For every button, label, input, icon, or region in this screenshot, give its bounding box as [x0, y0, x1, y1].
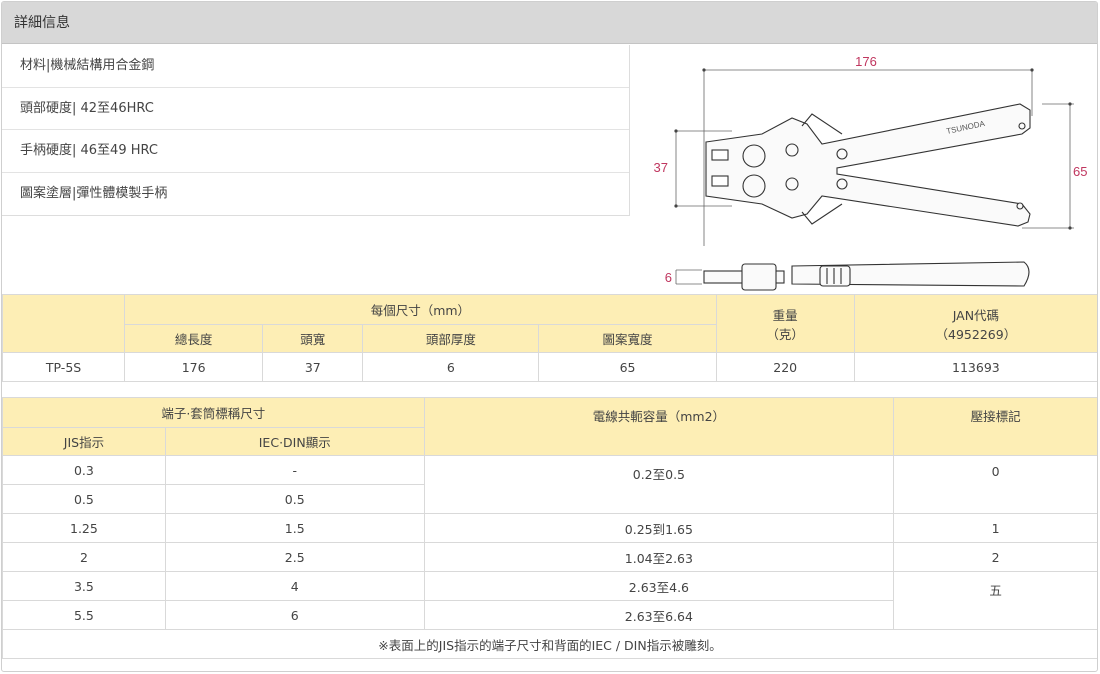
cell-wire: 2.63至6.64 [423, 600, 895, 630]
cell-jis: 2 [2, 542, 166, 572]
cell-mark: 0 [893, 455, 1097, 514]
dim-head-width: 37 [654, 160, 668, 175]
cell-head-thickness: 6 [362, 352, 540, 382]
cell-wire: 0.25到1.65 [423, 513, 895, 543]
terminal-group-header: 端子·套筒標稱尺寸 [2, 397, 425, 428]
table-row: 2 2.5 1.04至2.63 2 [2, 542, 1097, 572]
model-header-cell [2, 294, 126, 353]
dim-thickness: 6 [665, 270, 672, 285]
cell-pattern-width: 65 [538, 352, 717, 382]
crimper-side-view [703, 261, 1030, 291]
col-length: 總長度 [124, 324, 264, 353]
weight-unit: （克） [766, 326, 804, 342]
col-head-thickness: 頭部厚度 [362, 324, 540, 353]
cell-head-width: 37 [262, 352, 364, 382]
cell-mark: 2 [893, 542, 1097, 572]
table-note-row: ※表面上的JIS指示的端子尺寸和背面的IEC / DIN指示被雕刻。 [2, 629, 1097, 659]
cell-jis: 0.3 [2, 455, 166, 485]
cell-iec: 1.5 [164, 513, 425, 543]
spec-head-hardness: 頭部硬度| 42至46HRC [2, 88, 629, 130]
jan-header: JAN代碼 （4952269） [853, 294, 1097, 353]
cell-jis: 3.5 [2, 571, 166, 601]
col-head-width: 頭寬 [262, 324, 364, 353]
cell-iec: 6 [164, 600, 425, 630]
cell-length: 176 [124, 352, 264, 382]
spec-handle-hardness: 手柄硬度| 46至49 HRC [2, 130, 629, 173]
col-jis: JIS指示 [2, 427, 166, 456]
table-row: 0.3 - 0.2至0.5 0 [2, 455, 1097, 514]
engraving-note: ※表面上的JIS指示的端子尺寸和背面的IEC / DIN指示被雕刻。 [2, 629, 1097, 659]
cell-iec: - [164, 455, 425, 485]
cell-jis: 5.5 [2, 600, 166, 630]
wire-capacity-header: 電線共軛容量（mm2） [423, 397, 895, 456]
dim-handle-width: 65 [1073, 164, 1087, 179]
weight-label: 重量 [772, 307, 798, 323]
cell-model: TP-5S [2, 352, 126, 382]
crimp-mark-header: 壓接標記 [893, 397, 1097, 456]
spec-coating: 圖案塗層|彈性體模製手柄 [20, 185, 168, 201]
jan-label: JAN代碼 [952, 307, 1000, 323]
spec-list: 材料|機械結構用合金鋼 頭部硬度| 42至46HRC 手柄硬度| 46至49 H… [2, 45, 630, 216]
cell-iec: 2.5 [164, 542, 425, 572]
size-table: 每個尺寸（mm） 重量 （克） JAN代碼 （4952269） 總長度 頭寬 頭部厚… [2, 294, 1097, 382]
details-panel: 詳細信息 材料|機械結構用合金鋼 頭部硬度| 42至46HRC 手柄硬度| 46… [1, 1, 1098, 672]
cell-jis: 1.25 [2, 513, 166, 543]
cell-wire: 1.04至2.63 [423, 542, 895, 572]
cell-mark: 1 [893, 513, 1097, 543]
crimper-drawing: 176 37 65 6 TSUNODA [654, 54, 1087, 291]
cell-wire: 2.63至4.6 [423, 571, 895, 601]
cell-mark: 五 [893, 571, 1097, 630]
col-pattern-width: 圖案寬度 [538, 324, 717, 353]
cell-jan: 113693 [853, 352, 1097, 382]
table-row: 3.5 4 2.63至4.6 五 [2, 571, 1097, 630]
dim-length: 176 [855, 54, 877, 69]
size-group-header: 每個尺寸（mm） [124, 294, 717, 325]
cell-iec: 0.5 [164, 484, 425, 514]
jan-prefix: （4952269） [935, 326, 1017, 342]
cell-jis: 0.5 [2, 484, 166, 514]
terminal-table: 端子·套筒標稱尺寸 電線共軛容量（mm2） 壓接標記 JIS指示 IEC·DIN… [2, 397, 1097, 659]
weight-header: 重量 （克） [715, 294, 855, 353]
table-row: TP-5S 176 37 6 65 220 113693 [2, 352, 1097, 382]
col-iec: IEC·DIN顯示 [164, 427, 425, 456]
table-row: 1.25 1.5 0.25到1.65 1 [2, 513, 1097, 543]
cell-iec: 4 [164, 571, 425, 601]
spec-material: 材料|機械結構用合金鋼 [2, 45, 629, 88]
panel-title: 詳細信息 [2, 2, 1097, 44]
cell-weight: 220 [715, 352, 855, 382]
cell-wire: 0.2至0.5 [423, 455, 895, 514]
